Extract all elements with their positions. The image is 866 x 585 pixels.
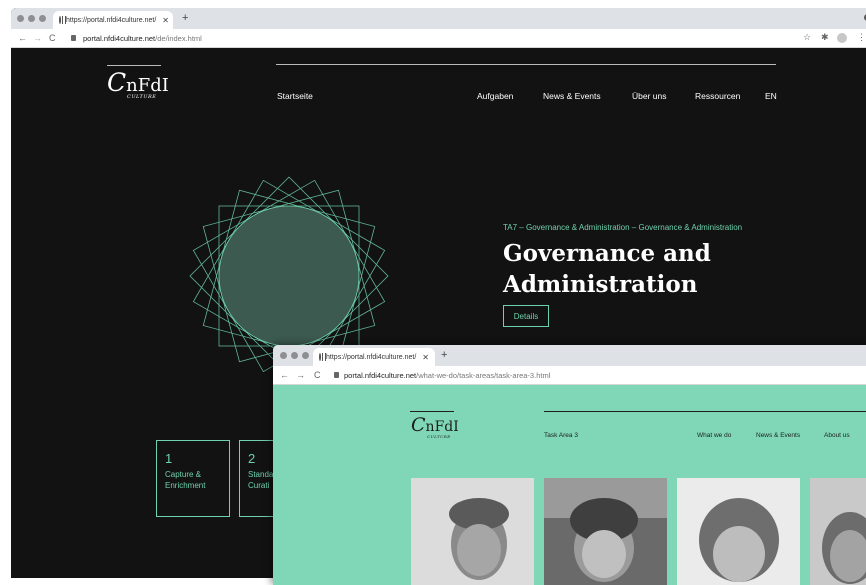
reload-icon[interactable]: C [314,370,321,380]
nav-rule [276,64,776,65]
forward-icon[interactable]: → [296,370,305,380]
maximize-window-icon[interactable] [302,352,309,359]
task-area-label: TA7 – Governance & Administration – Gove… [503,223,743,232]
nav-language-en[interactable]: EN [765,91,777,101]
card-label-line2: Enrichment [165,481,206,490]
hero-circle [218,205,360,347]
nav-what-we-do[interactable]: What we do [697,432,731,439]
tab-bar: https://portal.nfdi4culture.net/ ✕ + [273,345,866,366]
minimize-window-icon[interactable] [28,15,35,22]
hero-title-line2: Administration [503,271,698,298]
close-window-icon[interactable] [280,352,287,359]
minimize-window-icon[interactable] [291,352,298,359]
address-bar: ← → C portal.nfdi4culture.net/de/index.h… [11,29,866,48]
lock-icon [334,372,339,378]
nav-home[interactable]: Startseite [277,91,313,101]
lock-icon [71,35,76,41]
address-bar: ← → C portal.nfdi4culture.net/what-we-do… [273,366,866,385]
logo-rule [107,65,161,66]
team-member-photo[interactable] [810,478,866,585]
logo[interactable]: CnFdI CULTURE [411,414,459,439]
logo-rule [410,411,454,412]
url-field[interactable]: portal.nfdi4culture.net/what-we-do/task-… [344,371,550,380]
card-number: 1 [165,451,173,466]
logo[interactable]: CnFdI CULTURE [107,68,169,100]
nav-aufgaben[interactable]: Aufgaben [477,91,513,101]
url-host: portal.nfdi4culture.net [344,371,417,380]
nav-rule [544,411,866,412]
globe-icon [59,16,66,24]
url-field[interactable]: portal.nfdi4culture.net/de/index.html [83,34,202,43]
nav-task-area-3[interactable]: Task Area 3 [544,432,578,439]
reload-icon[interactable]: C [49,33,56,43]
extension-icon[interactable]: ✱ [821,32,829,43]
menu-icon[interactable]: ⋮ [857,32,866,43]
nav-news-events[interactable]: News & Events [543,91,601,101]
forward-icon[interactable]: → [33,33,42,43]
nav-about-us[interactable]: About us [824,432,850,439]
nav-ueber-uns[interactable]: Über uns [632,91,667,101]
back-icon[interactable]: ← [280,370,289,380]
team-member-photo[interactable] [677,478,800,585]
browser-window-second: https://portal.nfdi4culture.net/ ✕ + ← →… [273,345,866,585]
nav-ressourcen[interactable]: Ressourcen [695,91,740,101]
star-icon[interactable]: ☆ [803,32,811,43]
tab-title: https://portal.nfdi4culture.net/ [66,16,157,24]
close-window-icon[interactable] [17,15,24,22]
site-page-mint: CnFdI CULTURE Task Area 3 What we do New… [273,385,866,585]
plus-icon[interactable]: + [182,12,188,24]
browser-tab[interactable]: https://portal.nfdi4culture.net/ ✕ [53,11,173,29]
profile-icon[interactable] [837,33,847,43]
nav-news-events[interactable]: News & Events [756,432,800,439]
portrait-image [677,478,800,585]
url-path: /de/index.html [155,34,202,43]
team-member-photo[interactable] [544,478,667,585]
task-area-card[interactable]: 1 Capture & Enrichment [156,440,230,517]
close-icon[interactable]: ✕ [422,353,429,362]
browser-tab[interactable]: https://portal.nfdi4culture.net/ ✕ [313,348,435,366]
maximize-window-icon[interactable] [39,15,46,22]
url-path: /what-we-do/task-areas/task-area-3.html [416,371,551,380]
hero-title: Governance and Administration [503,238,711,300]
tab-bar: https://portal.nfdi4culture.net/ ✕ + [11,8,866,29]
portrait-image [810,478,866,585]
team-member-photo[interactable] [411,478,534,585]
back-icon[interactable]: ← [18,33,27,43]
plus-icon[interactable]: + [441,349,447,361]
portrait-image [411,478,534,585]
hero-title-line1: Governance and [503,240,711,267]
portrait-image [544,478,667,585]
tab-title: https://portal.nfdi4culture.net/ [326,353,417,361]
globe-icon [319,353,327,361]
card-label-line1: Capture & [165,470,202,479]
close-icon[interactable]: ✕ [162,16,169,25]
details-button[interactable]: Details [503,305,549,327]
url-host: portal.nfdi4culture.net [83,34,156,43]
